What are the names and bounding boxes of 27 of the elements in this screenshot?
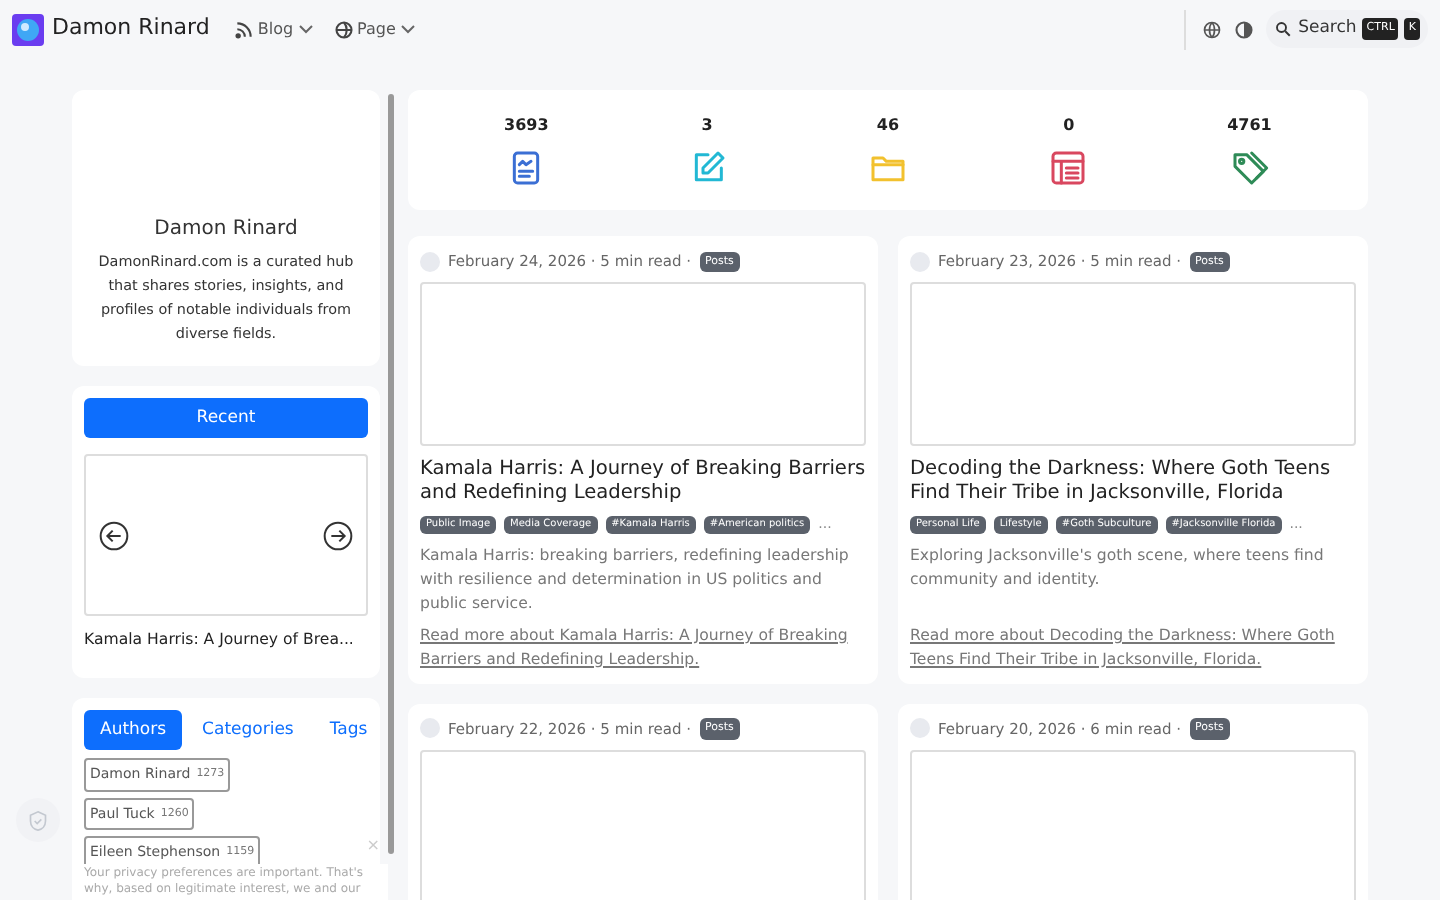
nav-menu-button[interactable]: Page [333, 17, 416, 41]
site-logo[interactable] [12, 13, 44, 45]
site-title[interactable]: Damon Rinard [52, 12, 210, 46]
stat-count: 4761 [1227, 113, 1272, 137]
shield-icon [28, 809, 48, 831]
taxonomy-tab[interactable]: Tags [313, 710, 384, 750]
stat-count: 3 [701, 113, 713, 137]
scrollbar-thumb[interactable] [388, 94, 394, 854]
chevron-down-icon [399, 24, 416, 34]
rss-icon [233, 19, 254, 39]
recent-button[interactable]: Recent [84, 398, 368, 438]
taxonomy-tab[interactable]: Authors [84, 710, 183, 750]
list-icon [1048, 147, 1089, 187]
search-icon [1274, 20, 1293, 38]
nav-menu-button[interactable]: Blog [233, 17, 314, 41]
stat-count: 0 [1063, 113, 1075, 137]
tag-icon [1229, 147, 1270, 187]
taxonomy-tab[interactable]: Categories [186, 710, 310, 750]
chevron-down-icon [297, 24, 314, 34]
stat-count: 3693 [504, 113, 549, 137]
profile-name: Damon Rinard [154, 216, 298, 244]
globe-icon [333, 19, 354, 39]
theme-toggle-icon[interactable] [1234, 19, 1255, 39]
post-title[interactable]: Kamala Harris: A Journey of Breaking Barriers and Redefining Leadership [420, 458, 866, 507]
stat-count: 46 [876, 113, 900, 137]
language-icon[interactable] [1202, 19, 1223, 39]
post-title[interactable]: Decoding the Darkness: Where Goth Teens Find Their Tribe in Jacksonville, Florida [910, 458, 1356, 507]
